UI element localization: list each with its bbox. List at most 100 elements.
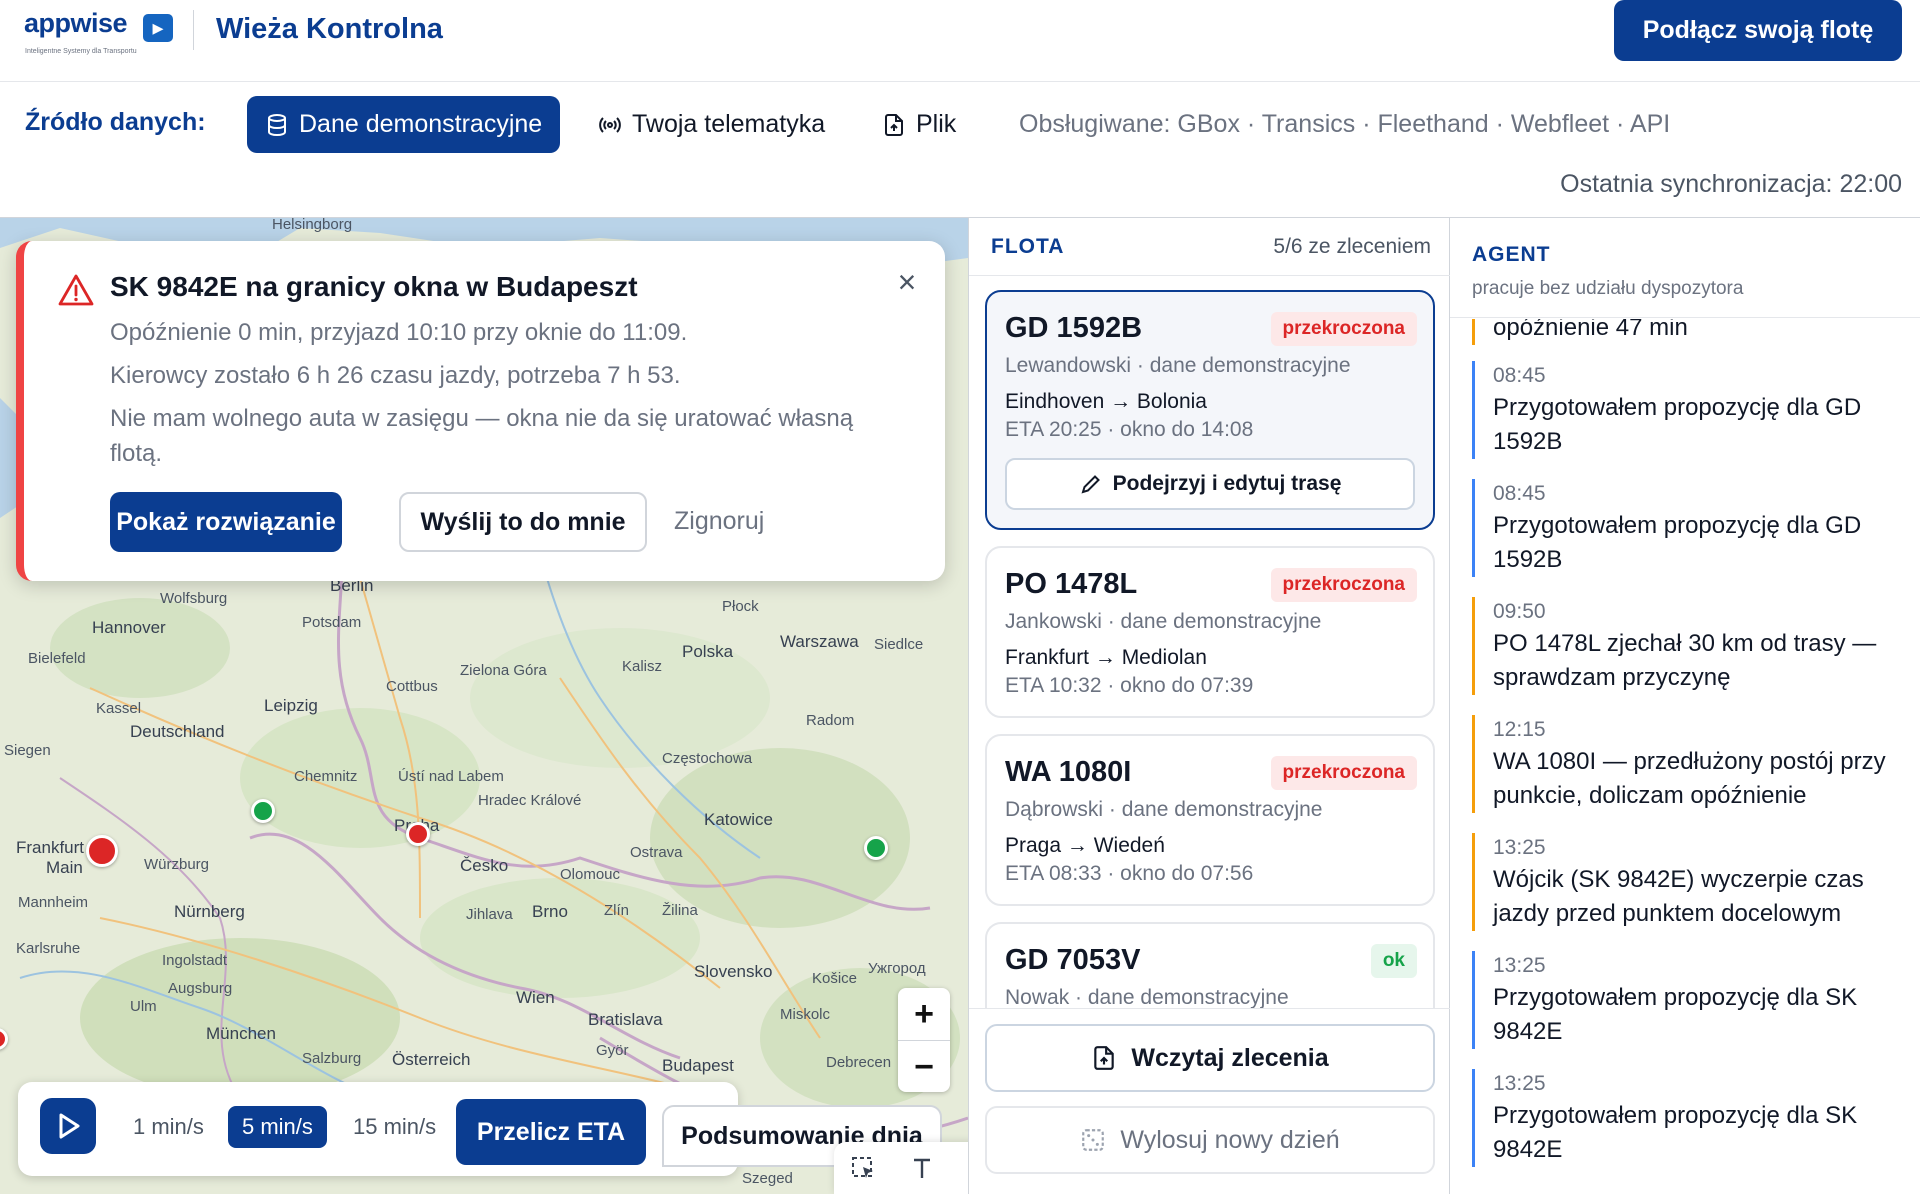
map-label: Ostrava: [630, 844, 683, 861]
agent-entry-text: opóźnienie 47 min: [1493, 319, 1688, 341]
dice-icon: [1082, 1129, 1105, 1151]
last-sync-status: Ostatnia synchronizacja: 22:00: [1560, 170, 1902, 198]
appwise-logo[interactable]: appwise ▸ Inteligentne Systemy dla Trans…: [24, 8, 174, 55]
map-label: Česko: [460, 856, 509, 875]
map-label: Bratislava: [588, 1010, 663, 1029]
vehicle-card[interactable]: WA 1080I przekroczona Dąbrowski · dane d…: [985, 734, 1435, 906]
random-day-button[interactable]: Wylosuj nowy dzień: [985, 1106, 1435, 1174]
agent-entry-time: 13:25: [1493, 954, 1546, 977]
source-telematics-button[interactable]: Twoja telematyka: [580, 96, 843, 153]
close-icon[interactable]: ×: [892, 266, 922, 298]
map-label: Košice: [812, 970, 858, 987]
edit-route-button[interactable]: Podejrzyj i edytuj trasę: [1005, 458, 1415, 510]
alert-card: SK 9842E na granicy okna w Budapeszt × O…: [16, 241, 945, 581]
vehicle-id: PO 1478L: [1005, 568, 1138, 600]
status-badge: przekroczona: [1270, 312, 1417, 346]
fleet-count: 5/6 ze zleceniem: [1273, 235, 1431, 258]
connect-fleet-button[interactable]: Podłącz swoją flotę: [1614, 0, 1902, 61]
app-header: appwise ▸ Inteligentne Systemy dla Trans…: [0, 0, 1920, 82]
status-badge: przekroczona: [1270, 568, 1417, 602]
source-telematics-label: Twoja telematyka: [632, 110, 826, 138]
source-file-label: Plik: [916, 110, 957, 138]
agent-entry-text: WA 1080I — przedłużony postój przy punkc…: [1493, 748, 1886, 809]
map-label: Žilina: [662, 902, 698, 919]
map-label: Siegen: [4, 742, 51, 759]
agent-subtitle: pracuje bez udziału dyspozytora: [1472, 278, 1744, 299]
map-label: Budapest: [662, 1056, 734, 1075]
show-solution-button[interactable]: Pokaż rozwiązanie: [110, 492, 342, 552]
agent-entry: opóźnienie 47 min: [1472, 319, 1908, 345]
alert-title: SK 9842E na granicy okna w Budapeszt: [110, 271, 638, 302]
agent-entry: 12:15 WA 1080I — przedłużony postój przy…: [1472, 715, 1908, 813]
vehicle-id: GD 7053V: [1005, 944, 1141, 976]
select-icon[interactable]: [848, 1153, 878, 1183]
map-label: Karlsruhe: [16, 940, 81, 957]
agent-activity-feed[interactable]: opóźnienie 47 min 08:45 Przygotowałem pr…: [1450, 319, 1920, 1194]
play-button[interactable]: [40, 1098, 96, 1154]
send-to-me-button[interactable]: Wyślij to do mnie: [399, 492, 647, 552]
agent-entry-time: 13:25: [1493, 1072, 1546, 1095]
agent-entry: 08:45 Przygotowałem propozycję dla GD 15…: [1472, 479, 1908, 577]
ignore-button[interactable]: Zignoruj: [674, 507, 764, 536]
vehicle-marker-delayed[interactable]: [86, 835, 118, 867]
speed-option[interactable]: 15 min/s: [353, 1106, 436, 1148]
status-badge: przekroczona: [1270, 756, 1417, 790]
map-label: Olomouc: [560, 866, 621, 883]
vehicle-route: Praga → Wiedeń: [1005, 834, 1165, 857]
map-label: Ingolstadt: [162, 952, 228, 969]
map-label: Kassel: [96, 700, 142, 717]
map-label: Helsingborg: [272, 218, 353, 233]
edit-route-label: Podejrzyj i edytuj trasę: [1112, 472, 1342, 495]
map-label: Miskolc: [780, 1006, 831, 1023]
vehicle-route: Frankfurt → Mediolan: [1005, 646, 1207, 669]
vehicle-eta: ETA 10:32 · okno do 07:39: [1005, 674, 1254, 697]
zoom-out-button[interactable]: −: [898, 1041, 950, 1093]
vehicle-card[interactable]: PO 1478L przekroczona Jankowski · dane d…: [985, 546, 1435, 718]
alert-detail: Opóźnienie 0 min, przyjazd 10:10 przy ok…: [110, 319, 688, 346]
source-file-button[interactable]: Plik: [864, 96, 974, 153]
agent-header: AGENT pracuje bez udziału dyspozytora: [1450, 218, 1920, 318]
agent-entry: 13:25 Przygotowałem propozycję dla SK 98…: [1472, 951, 1908, 1049]
map-label: Mannheim: [18, 894, 89, 911]
map-label: Augsburg: [168, 980, 233, 997]
speed-option[interactable]: 1 min/s: [133, 1106, 204, 1148]
vehicle-driver: Nowak · dane demonstracyjne: [1005, 986, 1289, 1008]
map-label: Płock: [722, 598, 759, 615]
map-label: Częstochowa: [662, 750, 753, 767]
file-upload-icon: [1094, 1046, 1115, 1070]
map-label: Cottbus: [386, 678, 438, 695]
fleet-title: FLOTA: [991, 235, 1065, 258]
map-label: Deutschland: [130, 722, 225, 741]
zoom-in-button[interactable]: +: [898, 988, 950, 1040]
file-upload-icon: [885, 113, 903, 136]
map-label: Potsdam: [302, 614, 362, 631]
agent-entry-text: Wójcik (SK 9842E) wyczerpie czas jazdy p…: [1493, 866, 1864, 927]
status-badge: ok: [1370, 944, 1417, 978]
vehicle-marker-ok[interactable]: [864, 836, 888, 860]
vehicle-card[interactable]: GD 1592B przekroczona Lewandowski · dane…: [985, 290, 1435, 530]
vehicle-marker-delayed[interactable]: [406, 822, 430, 846]
speed-option-active[interactable]: 5 min/s: [228, 1106, 327, 1148]
map-label: Slovensko: [694, 962, 773, 981]
map-label: Ulm: [130, 998, 157, 1015]
map-label: Polska: [682, 642, 734, 661]
agent-entry-text: PO 1478L zjechał 30 km od trasy — sprawd…: [1493, 630, 1877, 691]
map-label: Zielona Góra: [460, 662, 547, 679]
source-demo-label: Dane demonstracyjne: [299, 110, 543, 138]
map-label: Würzburg: [144, 856, 210, 873]
vehicle-marker-ok[interactable]: [251, 799, 275, 823]
source-demo-button[interactable]: Dane demonstracyjne: [247, 96, 561, 153]
recalculate-eta-button[interactable]: Przelicz ETA: [456, 1099, 646, 1165]
text-tool-icon[interactable]: [907, 1153, 937, 1183]
agent-entry-time: 12:15: [1493, 718, 1546, 741]
vehicle-driver: Lewandowski · dane demonstracyjne: [1005, 354, 1351, 377]
vehicle-card[interactable]: GD 7053V ok Nowak · dane demonstracyjne: [985, 922, 1435, 1008]
map-label: Frankfurt: [16, 838, 85, 857]
load-orders-button[interactable]: Wczytaj zlecenia: [985, 1024, 1435, 1092]
map-label: Salzburg: [302, 1050, 362, 1067]
map-label: Wolfsburg: [160, 590, 228, 607]
agent-entry-text: Przygotowałem propozycję dla GD 1592B: [1493, 394, 1862, 455]
header-divider: [193, 10, 194, 50]
zoom-control: + −: [898, 988, 950, 1092]
map-label: Wien: [516, 988, 555, 1007]
